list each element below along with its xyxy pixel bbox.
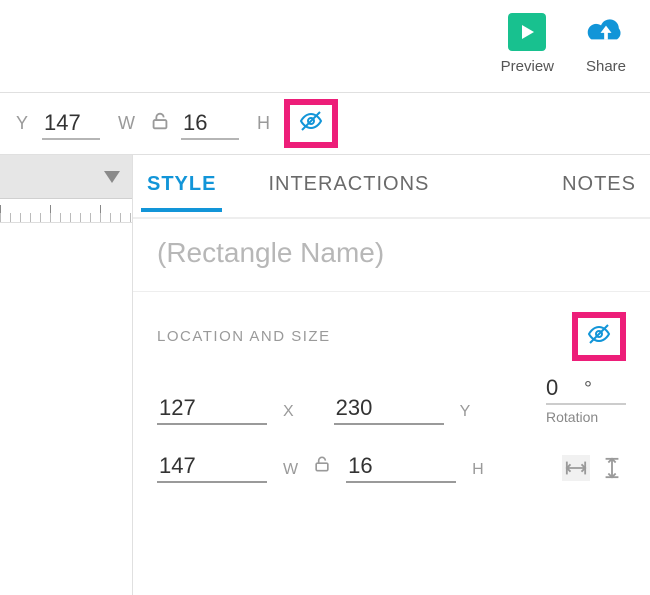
dim-row-wh: W H bbox=[157, 451, 626, 483]
x-input[interactable] bbox=[157, 393, 267, 425]
w-input[interactable] bbox=[157, 451, 267, 483]
x-label: X bbox=[283, 403, 294, 425]
unlock-icon[interactable] bbox=[149, 110, 171, 137]
quickbar-height-input[interactable] bbox=[181, 108, 239, 140]
section-location-title: LOCATION AND SIZE bbox=[157, 328, 331, 345]
w-label: W bbox=[283, 461, 298, 483]
quickbar-visibility-highlight bbox=[284, 99, 338, 148]
y-input[interactable] bbox=[334, 393, 444, 425]
tab-notes[interactable]: NOTES bbox=[556, 161, 642, 212]
rotation-input[interactable] bbox=[546, 375, 578, 401]
widget-name-input[interactable] bbox=[157, 237, 626, 269]
rotation-cell: ° Rotation bbox=[546, 375, 626, 425]
degree-symbol: ° bbox=[584, 378, 592, 401]
dim-row-xy: X Y ° Rotation bbox=[157, 375, 626, 425]
section-location-size: LOCATION AND SIZE X bbox=[133, 292, 650, 493]
quickbar-width-input[interactable] bbox=[42, 108, 100, 140]
ruler-horizontal bbox=[0, 199, 132, 223]
h-label: H bbox=[472, 461, 484, 483]
chevron-down-icon bbox=[104, 171, 120, 183]
play-icon bbox=[505, 10, 549, 54]
section-visibility-highlight bbox=[572, 312, 626, 361]
resize-horizontal-icon[interactable] bbox=[562, 455, 590, 481]
h-input[interactable] bbox=[346, 451, 456, 483]
resize-buttons bbox=[562, 455, 626, 483]
rotation-label: Rotation bbox=[546, 409, 598, 425]
inspector-tabs: STYLE INTERACTIONS NOTES bbox=[133, 155, 650, 219]
tab-interactions[interactable]: INTERACTIONS bbox=[262, 161, 435, 212]
canvas-strip bbox=[0, 155, 132, 595]
workspace: STYLE INTERACTIONS NOTES LOCATION AND SI… bbox=[0, 155, 650, 595]
eye-off-icon[interactable] bbox=[584, 322, 614, 351]
widget-name-block bbox=[133, 219, 650, 292]
quickbar-w-label: W bbox=[118, 113, 135, 134]
preview-button[interactable]: Preview bbox=[501, 10, 554, 75]
share-button[interactable]: Share bbox=[584, 10, 628, 75]
y-label: Y bbox=[460, 403, 471, 425]
quickbar-y-label: Y bbox=[16, 113, 28, 134]
inspector-panel: STYLE INTERACTIONS NOTES LOCATION AND SI… bbox=[132, 155, 650, 595]
quick-dimensions-bar: Y W H bbox=[0, 93, 650, 155]
canvas-tab-header[interactable] bbox=[0, 155, 132, 199]
preview-label: Preview bbox=[501, 58, 554, 75]
eye-off-icon[interactable] bbox=[296, 109, 326, 138]
share-label: Share bbox=[586, 58, 626, 75]
tab-style[interactable]: STYLE bbox=[141, 161, 222, 212]
quickbar-h-label: H bbox=[257, 113, 270, 134]
cloud-upload-icon bbox=[584, 10, 628, 54]
unlock-icon[interactable] bbox=[308, 454, 336, 483]
top-actions-bar: Preview Share bbox=[0, 0, 650, 92]
resize-vertical-icon[interactable] bbox=[598, 455, 626, 481]
